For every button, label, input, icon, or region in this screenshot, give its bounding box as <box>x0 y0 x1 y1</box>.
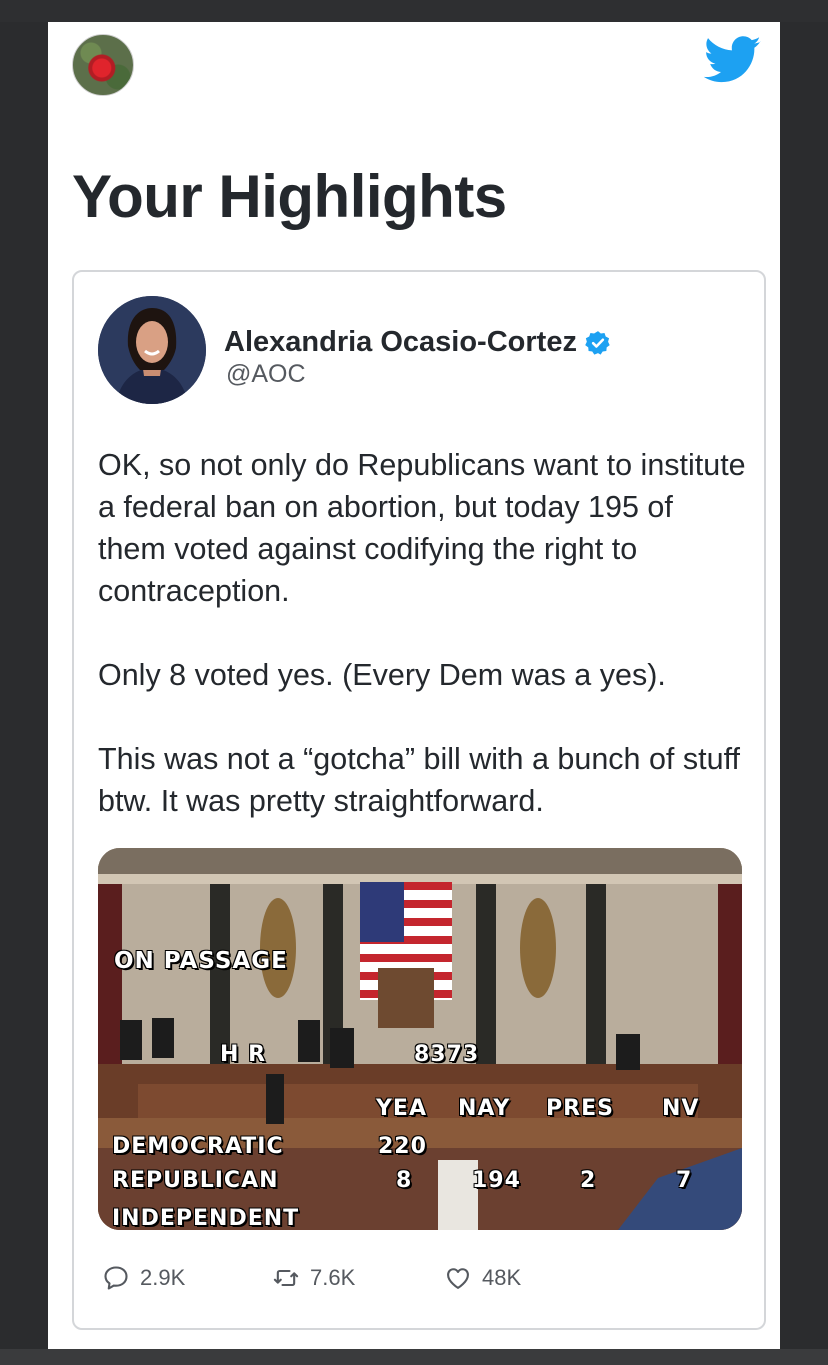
like-button[interactable]: 48K <box>444 1264 521 1292</box>
tweet-media-image[interactable]: ON PASSAGE H R 8373 YEA NAY PRES NV DEMO… <box>98 848 742 1230</box>
top-status-strip <box>0 0 828 22</box>
heart-icon <box>447 1268 469 1289</box>
profile-avatar[interactable] <box>72 34 134 96</box>
twitter-bird-icon <box>704 36 761 83</box>
highlights-page: Your Highlights Alexandria Ocasio-Cortez… <box>48 22 780 1349</box>
author-name[interactable]: Alexandria Ocasio-Cortez <box>224 326 577 359</box>
reply-button[interactable]: 2.9K <box>102 1264 185 1292</box>
like-count: 48K <box>482 1265 522 1290</box>
tweet-paragraph: This was not a “gotcha” bill with a bunc… <box>98 742 740 818</box>
author-avatar[interactable] <box>98 296 206 404</box>
tweet-card[interactable]: Alexandria Ocasio-Cortez @AOC OK, so not… <box>72 270 766 1330</box>
tweet-actions: 2.9K 7.6K 48K <box>102 1264 742 1304</box>
reply-icon <box>104 1266 128 1290</box>
bill-label: H R <box>220 1042 267 1067</box>
column-nv: NV <box>662 1096 700 1121</box>
author-name-row: Alexandria Ocasio-Cortez <box>224 326 611 359</box>
party-independent: INDEPENDENT <box>112 1206 300 1230</box>
retweet-button[interactable]: 7.6K <box>272 1264 355 1292</box>
party-republican: REPUBLICAN <box>112 1168 279 1193</box>
column-nay: NAY <box>458 1096 511 1121</box>
tweet-paragraph: Only 8 voted yes. (Every Dem was a yes). <box>98 658 666 692</box>
republican-yea: 8 <box>396 1168 413 1193</box>
party-democratic: DEMOCRATIC <box>112 1134 284 1159</box>
column-yea: YEA <box>376 1096 427 1121</box>
column-pres: PRES <box>546 1096 614 1121</box>
tweet-text: OK, so not only do Republicans want to i… <box>98 444 748 822</box>
on-passage-label: ON PASSAGE <box>114 948 288 974</box>
author-handle[interactable]: @AOC <box>226 360 306 389</box>
democratic-yea: 220 <box>378 1134 427 1159</box>
bill-number: 8373 <box>414 1042 480 1067</box>
tweet-paragraph: OK, so not only do Republicans want to i… <box>98 448 746 608</box>
bottom-strip <box>0 1349 828 1365</box>
verified-badge-icon <box>585 330 610 355</box>
republican-pres: 2 <box>580 1168 597 1193</box>
retweet-icon <box>273 1269 299 1287</box>
reply-count: 2.9K <box>140 1265 186 1290</box>
retweet-count: 7.6K <box>310 1265 356 1290</box>
page-title: Your Highlights <box>72 163 507 230</box>
republican-nay: 194 <box>472 1168 521 1193</box>
republican-nv: 7 <box>676 1168 693 1193</box>
